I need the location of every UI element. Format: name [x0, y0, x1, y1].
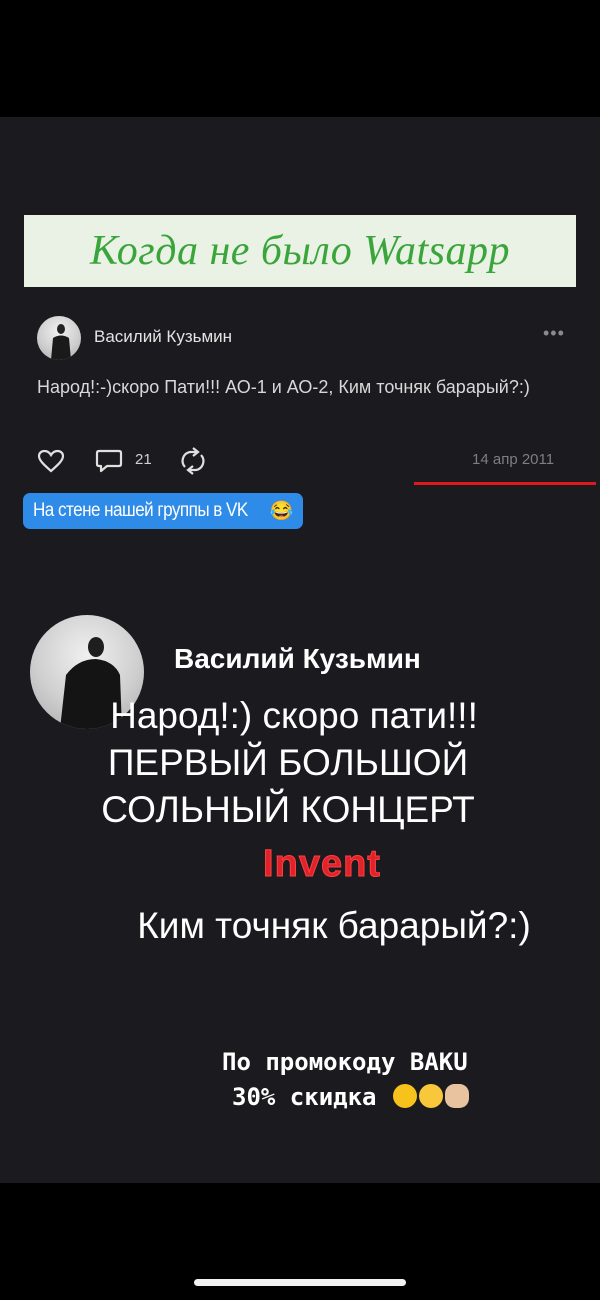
invent-logo-text: Invent: [263, 843, 381, 886]
share-icon[interactable]: [176, 447, 210, 475]
title-banner: Когда не было Watsapp: [24, 215, 576, 287]
post-date: 14 апр 2011: [472, 451, 555, 468]
promo-line-2: 30% скидка: [222, 1080, 469, 1115]
big-text-line-4: Ким точняк барарый?:): [137, 905, 531, 946]
laughing-emoji-icon: 😂: [269, 501, 294, 522]
clapping-emoji-icon: [444, 1084, 469, 1108]
vk-tag-sticker: На стене нашей группы в VK 😂: [23, 493, 304, 529]
astonished-emoji-icon: [392, 1084, 417, 1108]
big-text-line-3: СОЛЬНЫЙ КОНЦЕРТ: [101, 789, 475, 830]
comment-icon[interactable]: [95, 448, 123, 474]
post-avatar[interactable]: [37, 316, 81, 360]
big-text-line-2: ПЕРВЫЙ БОЛЬШОЙ: [107, 742, 469, 783]
more-icon[interactable]: •••: [543, 323, 565, 344]
title-text: Когда не было Watsapp: [90, 228, 510, 274]
heart-icon[interactable]: [37, 449, 65, 473]
promo-block: По промокоду BAKU 30% скидка: [222, 1045, 469, 1115]
promo-discount: 30% скидка: [232, 1083, 377, 1111]
promo-line-1: По промокоду BAKU: [222, 1048, 468, 1076]
home-indicator[interactable]: [194, 1279, 406, 1286]
big-author-name: Василий Кузьмин: [174, 643, 421, 674]
vk-tag-text: На стене нашей группы в VK: [33, 500, 248, 521]
red-underline: [414, 482, 596, 485]
post-text: Народ!:-)скоро Пати!!! АО-1 и АО-2, Ким …: [37, 377, 530, 397]
comment-count: 21: [135, 451, 152, 468]
big-text-line-1: Народ!:) скоро пати!!!: [110, 695, 478, 736]
story-frame: Когда не было Watsapp Василий Кузьмин ••…: [0, 117, 600, 1183]
relieved-emoji-icon: [418, 1084, 443, 1108]
post-author-name[interactable]: Василий Кузьмин: [94, 327, 232, 347]
